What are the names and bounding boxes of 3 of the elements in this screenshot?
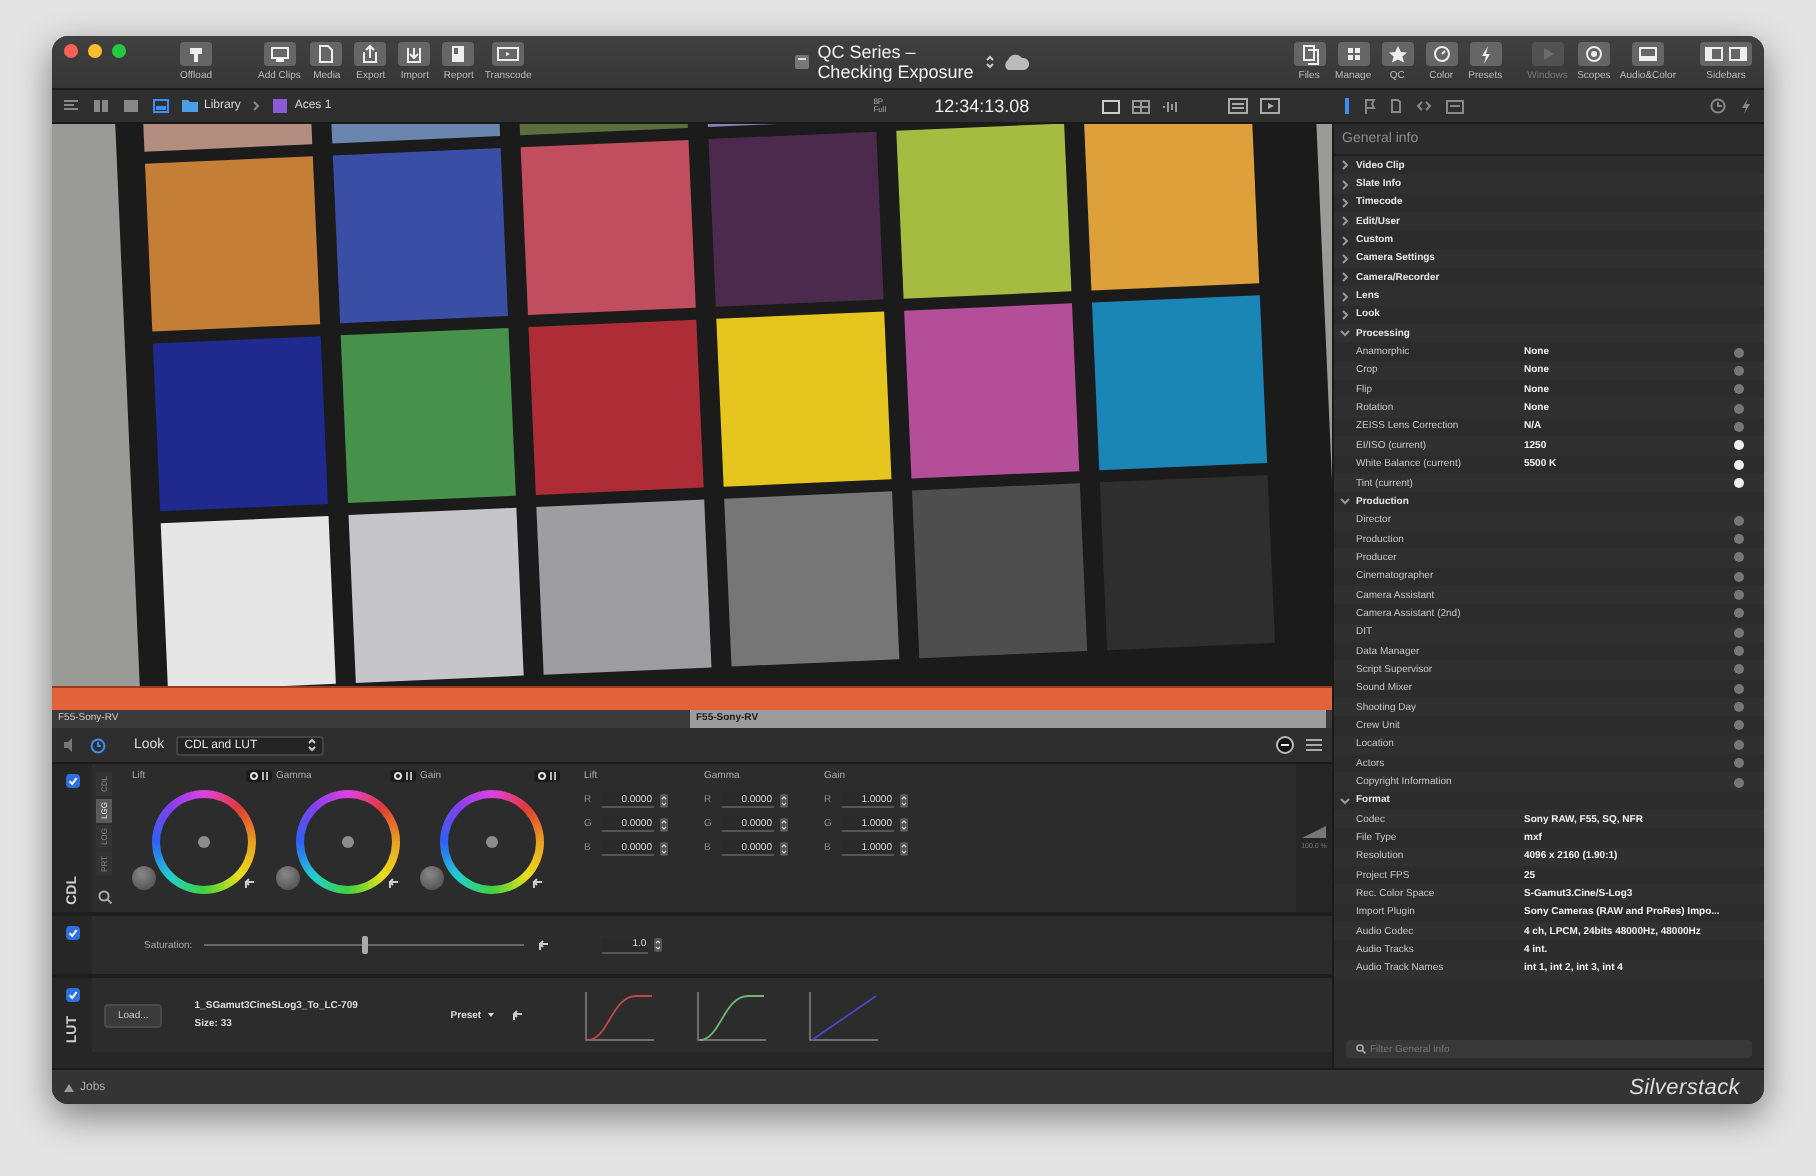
window-title: QC Series – Checking Exposure — [817, 42, 976, 82]
brand-logo: Silverstack — [1629, 1075, 1740, 1099]
timecode: 12:34:13.08 — [934, 96, 1030, 116]
